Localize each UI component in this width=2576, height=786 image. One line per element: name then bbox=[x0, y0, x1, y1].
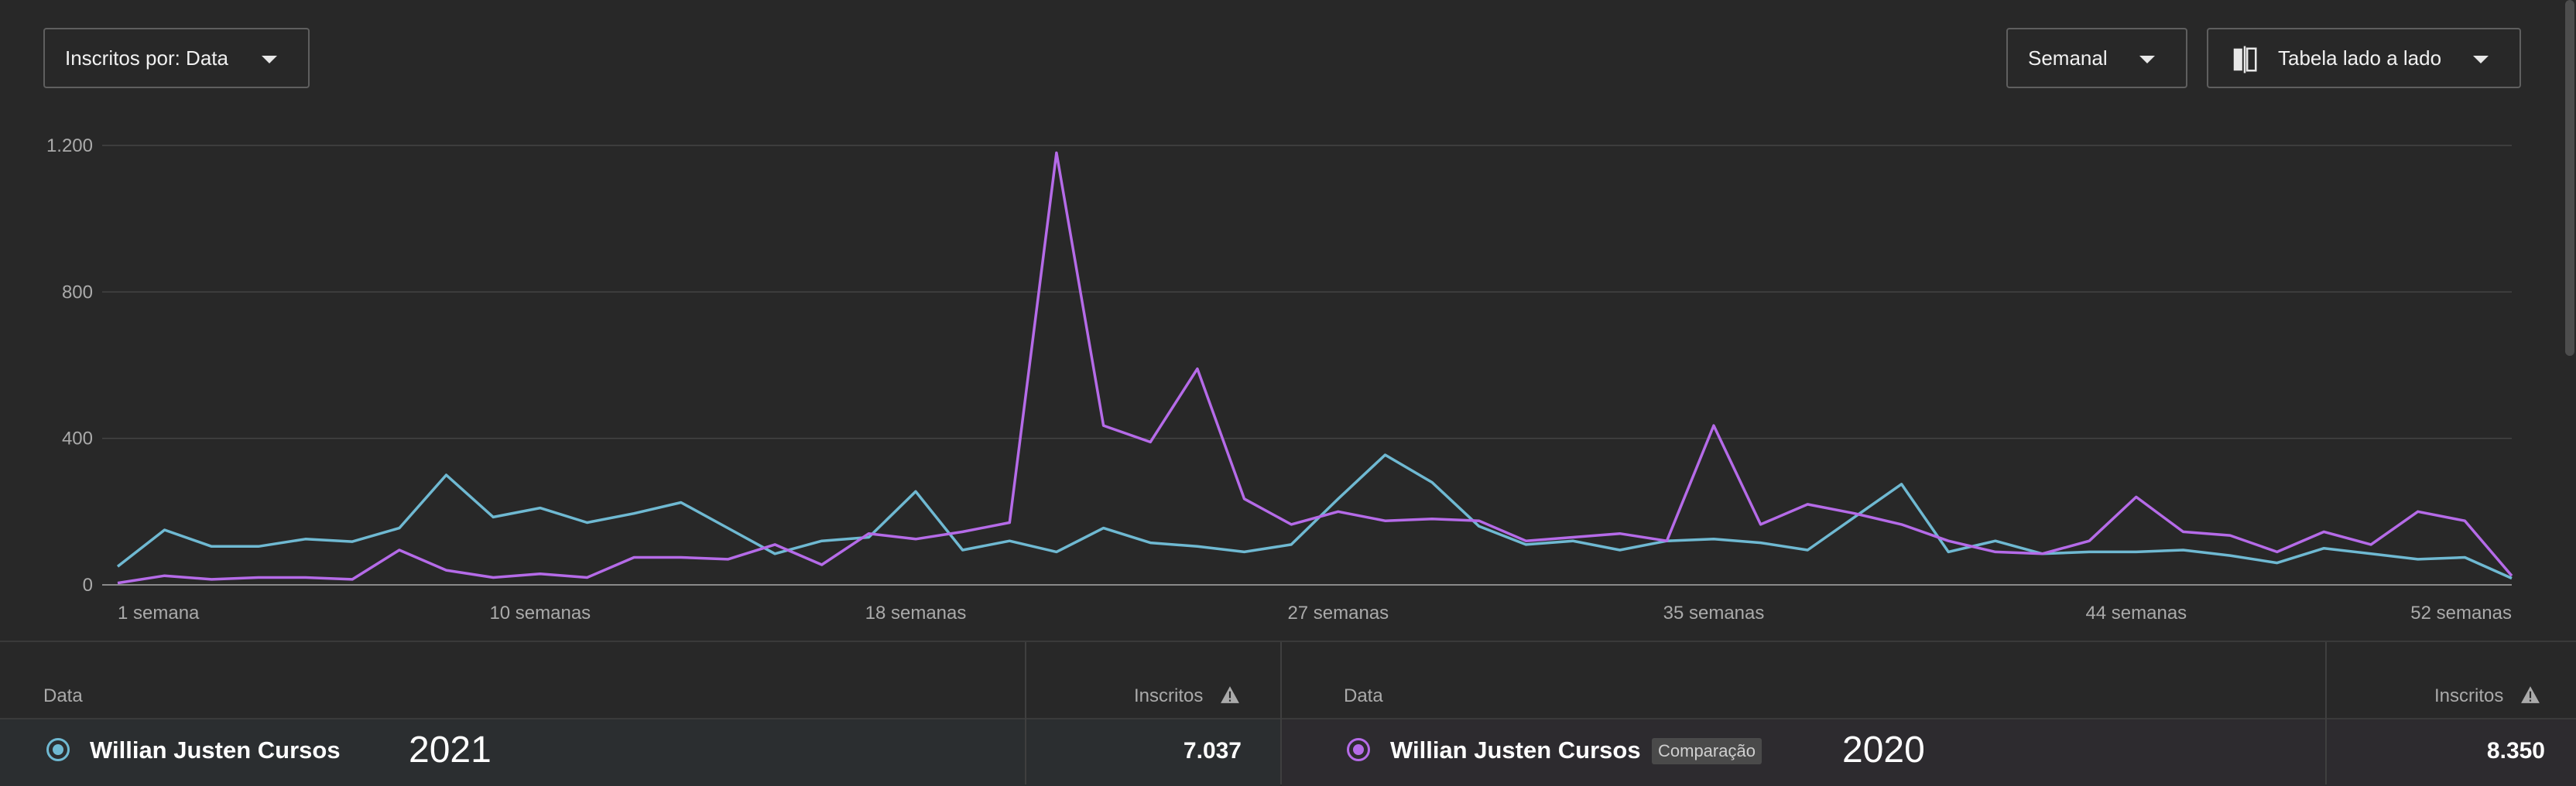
table-header: Data Inscritos bbox=[0, 642, 1280, 716]
year-label: 2020 bbox=[1842, 730, 1925, 771]
table-row[interactable]: Willian Justen Cursos 2021 7.037 bbox=[0, 718, 1280, 786]
view-dropdown-label: Tabela lado a lado bbox=[2278, 46, 2442, 70]
x-tick-label: 27 semanas bbox=[1287, 603, 1389, 624]
table-header: Data Inscritos bbox=[1282, 642, 2576, 716]
y-tick-label: 800 bbox=[62, 282, 93, 302]
x-tick-label: 35 semanas bbox=[1663, 603, 1765, 624]
metric-dropdown-label: Inscritos por: Data bbox=[65, 46, 228, 70]
column-divider bbox=[1025, 642, 1026, 784]
view-dropdown[interactable]: Tabela lado a lado bbox=[2207, 28, 2521, 88]
metric-dropdown[interactable]: Inscritos por: Data bbox=[43, 28, 310, 88]
channel-name: Willian Justen Cursos bbox=[1390, 736, 1641, 764]
series-radio-2021[interactable] bbox=[46, 738, 70, 761]
subscribers-value: 7.037 bbox=[1183, 738, 1242, 764]
x-tick-label: 10 semanas bbox=[489, 603, 591, 624]
caret-down-icon bbox=[2139, 56, 2155, 63]
series-line-2021 bbox=[116, 453, 2513, 580]
line-chart: 0 400 800 1.200 1 semana 10 semanas 18 semanas… bbox=[46, 135, 2513, 624]
channel-name: Willian Justen Cursos bbox=[90, 736, 341, 764]
x-tick-label: 52 semanas bbox=[2410, 603, 2512, 624]
table-row[interactable]: Willian Justen Cursos Comparação 2020 8.… bbox=[1282, 718, 2576, 786]
column-header-date[interactable]: Data bbox=[1344, 685, 1383, 707]
table-panel-comparison: Data Inscritos Willian Justen Cursos Com… bbox=[1282, 642, 2576, 786]
period-dropdown-label: Semanal bbox=[2028, 46, 2108, 70]
scrollbar[interactable] bbox=[2565, 0, 2574, 356]
y-tick-label: 0 bbox=[83, 575, 93, 596]
series-radio-2020[interactable] bbox=[1347, 738, 1370, 761]
column-header-date[interactable]: Data bbox=[43, 685, 83, 707]
caret-down-icon bbox=[2473, 56, 2489, 63]
year-label: 2021 bbox=[409, 730, 492, 771]
compare-icon bbox=[2233, 46, 2257, 73]
y-tick-label: 1.200 bbox=[46, 135, 93, 156]
column-header-subscribers[interactable]: Inscritos bbox=[1134, 685, 1203, 707]
column-divider bbox=[2325, 642, 2327, 784]
warning-icon[interactable] bbox=[1220, 685, 1240, 704]
column-header-subscribers[interactable]: Inscritos bbox=[2434, 685, 2503, 707]
caret-down-icon bbox=[262, 56, 277, 63]
warning-icon[interactable] bbox=[2520, 685, 2540, 704]
table-panel-primary: Data Inscritos Willian Justen Cursos 202… bbox=[0, 642, 1280, 786]
series-line-2020 bbox=[117, 151, 2513, 585]
comparison-badge: Comparação bbox=[1652, 738, 1762, 764]
subscribers-value: 8.350 bbox=[2486, 738, 2545, 764]
x-tick-label: 18 semanas bbox=[865, 603, 967, 624]
x-tick-label: 1 semana bbox=[118, 603, 200, 624]
y-tick-label: 400 bbox=[62, 429, 93, 449]
period-dropdown[interactable]: Semanal bbox=[2006, 28, 2187, 88]
x-tick-label: 44 semanas bbox=[2085, 603, 2187, 624]
